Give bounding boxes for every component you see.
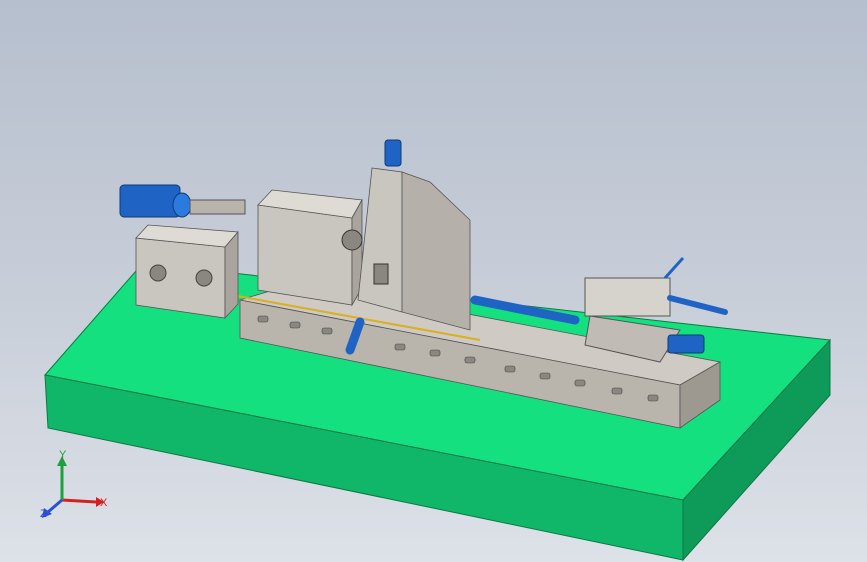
- headstock-front: [257, 204, 353, 306]
- motor-end: [172, 192, 192, 218]
- view-triad[interactable]: X Y Z: [40, 449, 108, 520]
- triad-axis-x: [61, 498, 97, 504]
- stand-hole-right: [195, 269, 213, 287]
- motor-stand[interactable]: [135, 224, 239, 320]
- headstock[interactable]: [257, 189, 363, 307]
- column[interactable]: [357, 139, 471, 331]
- motor-body: [119, 184, 181, 218]
- graphics-viewport[interactable]: X Y Z: [0, 0, 867, 562]
- triad-axis-z: [47, 498, 63, 514]
- triad-label-y: Y: [59, 449, 67, 461]
- coupling: [189, 199, 246, 215]
- triad-label-z: Z: [40, 508, 47, 520]
- tailstock[interactable]: [584, 256, 728, 363]
- column-window: [373, 263, 389, 285]
- 3d-model-scene[interactable]: X Y Z: [0, 0, 867, 562]
- triad-label-x: X: [100, 497, 108, 509]
- tailstock-motor: [667, 334, 705, 354]
- tailstock-handle: [663, 256, 685, 280]
- drive-motor[interactable]: [119, 184, 246, 218]
- stand-hole-left: [149, 264, 167, 282]
- spindle-nose: [341, 229, 363, 251]
- top-motor: [384, 139, 402, 167]
- tailstock-body: [584, 277, 671, 317]
- column-side: [401, 171, 471, 331]
- column-front: [357, 167, 403, 313]
- tailstock-quill: [667, 295, 728, 315]
- stand-side: [224, 230, 239, 320]
